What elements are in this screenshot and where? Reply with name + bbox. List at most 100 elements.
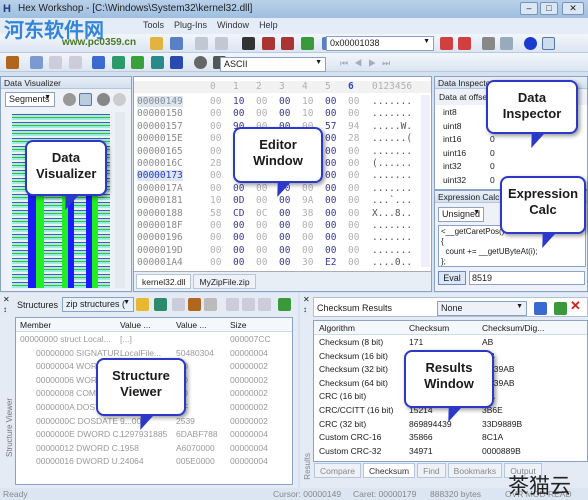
hex-byte[interactable]: 00 [302,245,313,256]
hex-byte[interactable]: 00 [256,183,267,194]
hex-byte[interactable]: 00 [348,232,359,243]
tab-bookmarks[interactable]: Bookmarks [447,463,503,478]
hex-byte[interactable]: 00 [325,232,336,243]
hex-byte[interactable]: 00 [348,245,359,256]
inspector-row[interactable]: int16 0 [435,132,587,146]
refresh-icon[interactable] [554,302,567,315]
inspector-row[interactable]: int32 0 [435,159,587,173]
zoom-reset-icon[interactable] [63,93,76,106]
structure-icon[interactable] [111,56,125,69]
hex-byte[interactable]: 00 [348,257,359,268]
encoding-select[interactable]: ASCII ▼ [220,57,326,72]
hex-byte[interactable]: 28 [348,133,359,144]
hex-byte[interactable]: 00 [325,220,336,231]
find-next-icon[interactable] [281,37,295,50]
hex-byte[interactable]: 00 [210,121,221,132]
hex-byte[interactable]: CD [233,208,244,219]
hex-byte[interactable]: 00 [256,232,267,243]
sync-icon[interactable] [68,56,82,69]
hex-row[interactable]: 00000150 00 00 00 00 10 00 00....... [134,108,424,120]
compare-icon[interactable] [49,56,63,69]
hex-row[interactable]: 000001A4 00 00 00 00 30 E2 00 ....0.. [134,257,424,269]
panel-pin-icon[interactable]: ✕ ↕ [303,295,310,315]
tab-checksum[interactable]: Checksum [362,463,416,478]
hex-byte[interactable]: 00 [233,183,244,194]
warning-icon[interactable] [204,298,217,311]
hex-row[interactable]: 0000018F 00 00 00 00 00 00 00....... [134,220,424,232]
hex-byte[interactable]: 00 [279,96,290,107]
hex-byte[interactable]: 00 [256,220,267,231]
hex-byte[interactable]: 00 [348,220,359,231]
base-convert-icon[interactable] [500,37,513,50]
column-header[interactable]: Size [230,320,247,330]
visualizer-mode-select[interactable]: Segments ▼ [5,92,55,107]
hex-byte[interactable]: 00 [256,108,267,119]
hex-byte[interactable]: 00 [348,183,359,194]
hex-byte[interactable]: 00 [210,146,221,157]
hex-byte[interactable]: 00 [210,183,221,194]
hex-byte[interactable]: 00 [348,146,359,157]
address-combo[interactable]: 0x00001038 ▼ [326,36,434,51]
hex-byte[interactable]: 00 [210,108,221,119]
structure-library-select[interactable]: zip structures (▼ [62,297,134,312]
hex-byte[interactable]: 00 [325,170,336,181]
hex-byte[interactable]: 00 [325,195,336,206]
hex-byte[interactable]: 00 [279,257,290,268]
calc-mode-select[interactable]: Unsigned ▼ [438,207,484,222]
hex-byte[interactable]: 30 [302,257,313,268]
column-header[interactable]: Checksum [409,323,449,333]
hex-byte[interactable]: 10 [302,108,313,119]
editor-scrollbar[interactable] [421,95,430,267]
hex-byte[interactable]: 00 [325,245,336,256]
export-icon[interactable] [258,298,271,311]
structure-row[interactable]: 00000016 DWORD U... 24064 005E0000 00000004 [16,454,292,468]
hex-byte[interactable]: 00 [279,245,290,256]
hex-byte[interactable]: 00 [210,170,221,181]
hex-row[interactable]: 0000019D 00 00 00 00 00 00 00....... [134,245,424,257]
results-row[interactable]: Custom CRC-32 34971 0000889B [314,444,587,458]
hex-byte[interactable]: 10 [210,195,221,206]
hex-byte[interactable]: 38 [302,208,313,219]
checksum-icon[interactable] [534,302,547,315]
hex-byte[interactable]: 00 [325,158,336,169]
copy-icon[interactable] [226,298,239,311]
column-header[interactable]: Value ... [176,320,207,330]
column-header[interactable]: Member [20,320,51,330]
column-header[interactable]: Value ... [120,320,151,330]
column-header[interactable]: Algorithm [319,323,355,333]
help-icon[interactable] [524,37,537,50]
hex-byte[interactable]: 00 [348,195,359,206]
menu-tools[interactable]: Tools [138,18,169,32]
hex-byte[interactable]: 00 [210,245,221,256]
hex-byte[interactable]: 00 [279,208,290,219]
panel-pin-icon[interactable]: ✕ ↕ [3,295,10,315]
hex-byte[interactable]: 00 [256,96,267,107]
refresh-icon[interactable] [278,298,291,311]
hex-byte[interactable]: 00 [233,108,244,119]
undo-icon[interactable] [195,37,209,50]
visualizer-scrollbar[interactable] [115,112,125,288]
hex-byte[interactable]: 00 [325,183,336,194]
hex-byte[interactable]: 00 [348,158,359,169]
hex-byte[interactable]: 00 [302,220,313,231]
hex-byte[interactable]: 00 [210,220,221,231]
results-filter-select[interactable]: None ▼ [437,301,527,316]
menu-help[interactable]: Help [254,18,283,32]
hex-row[interactable]: 00000188 58 CD 0C 00 38 00 00 X...8.. [134,208,424,220]
structure-row[interactable]: 00000000 struct Local... [...] 000007CC [16,332,292,346]
eval-button[interactable]: Eval [438,271,466,285]
maximize-button[interactable]: □ [540,2,558,15]
operations-icon[interactable] [131,56,145,69]
zoom-out-icon[interactable] [113,93,126,106]
minimize-button[interactable]: – [520,2,538,15]
find-icon[interactable] [242,37,256,50]
find-previous-icon[interactable] [261,37,275,50]
hex-byte[interactable]: 00 [256,257,267,268]
paste-icon[interactable] [150,37,163,50]
results-row[interactable]: Custom CRC-16 35866 8C1A [314,430,587,444]
hex-byte[interactable]: 94 [348,121,359,132]
gear-icon[interactable] [193,56,207,69]
zoom-in-icon[interactable] [97,93,110,106]
hex-byte[interactable]: E2 [325,257,336,268]
hex-byte[interactable]: 00 [279,108,290,119]
